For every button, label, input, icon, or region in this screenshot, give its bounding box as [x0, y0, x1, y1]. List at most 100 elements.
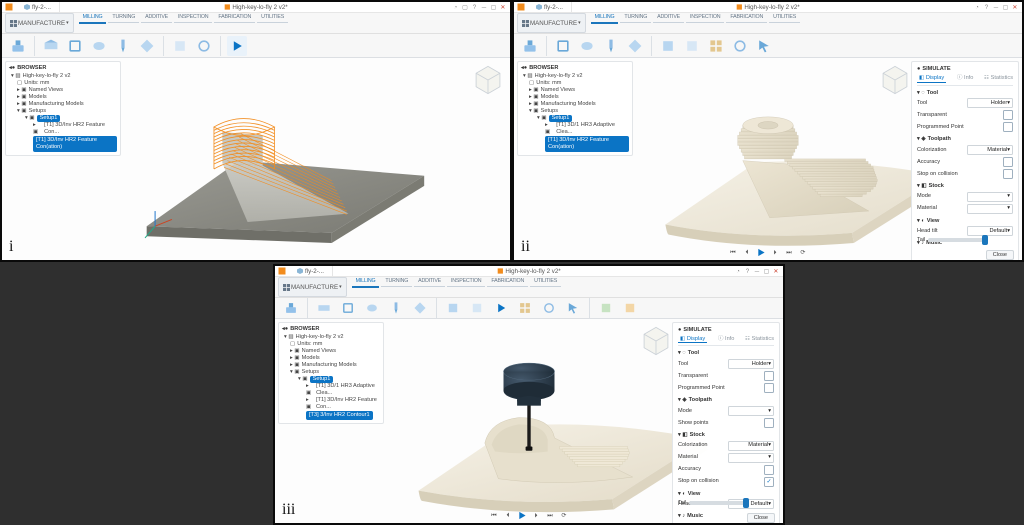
modify-icon[interactable]	[658, 36, 678, 56]
step-back-icon[interactable]: ⏴	[743, 248, 752, 257]
tab-milling[interactable]: MILLING	[591, 13, 619, 24]
sel-mode[interactable]: ▾	[728, 406, 774, 416]
2d-icon[interactable]	[338, 298, 358, 318]
tab-additive[interactable]: ADDITIVE	[141, 13, 172, 23]
file-tab[interactable]: fly-2-...	[289, 266, 333, 276]
manage-icon[interactable]	[706, 36, 726, 56]
tab-milling[interactable]: MILLING	[79, 13, 107, 24]
simulate-panel[interactable]: ●SIMULATE ◧ Display ⓘ Info ☷ Statistics …	[911, 61, 1019, 260]
tab-fabrication[interactable]: FABRICATION	[214, 13, 255, 23]
sel-stockmat[interactable]: ▾	[728, 453, 774, 463]
maximize-icon[interactable]: ▢	[490, 4, 498, 12]
help-icon[interactable]: ?	[471, 4, 479, 12]
actions-icon[interactable]	[170, 36, 190, 56]
help-icon[interactable]: ?	[983, 4, 991, 12]
browser-row-op1[interactable]: ▸ ▣[T1] 3D/1 HR3 Adaptive Clea...	[521, 122, 629, 136]
multiaxis-icon[interactable]	[410, 298, 430, 318]
minimize-icon[interactable]: ─	[753, 268, 761, 276]
tab-additive[interactable]: ADDITIVE	[414, 277, 445, 287]
step-fwd-icon[interactable]: ⏵	[532, 511, 541, 520]
section-tool[interactable]: Tool	[927, 90, 938, 97]
go-start-icon[interactable]: ⏮	[490, 511, 499, 520]
close-button[interactable]: Close	[986, 250, 1014, 260]
section-toolpath[interactable]: Toolpath	[928, 136, 951, 143]
viewport[interactable]: ◂●BROWSER ▾ ▨High-key-lo-fly 2 v2 ▢Units…	[2, 58, 510, 260]
tab-info[interactable]: ⓘ Info	[957, 75, 974, 82]
drilling-icon[interactable]	[601, 36, 621, 56]
browser-panel[interactable]: ◂●BROWSER ▾ ▨High-key-lo-fly 2 v2 ▢Units…	[5, 61, 121, 156]
actions-icon[interactable]	[682, 36, 702, 56]
close-icon[interactable]: ✕	[1011, 4, 1019, 12]
browser-row-selected[interactable]: [T1] 3D/Inv HR2 Feature Con(ation)	[9, 136, 117, 152]
sel-tool[interactable]: Holder ▾	[967, 98, 1013, 108]
browser-row-op2[interactable]: ▸ ▣[T1] 3D/Inv HR2 Feature Con...	[282, 397, 380, 411]
inspect-icon[interactable]	[730, 36, 750, 56]
file-tab[interactable]: fly-2-...	[528, 2, 572, 12]
drilling-icon[interactable]	[386, 298, 406, 318]
tab-additive[interactable]: ADDITIVE	[653, 13, 684, 23]
browser-row-selected[interactable]: [T3] 3/Inv HR2 Contour1	[282, 411, 380, 420]
close-button[interactable]: Close	[747, 513, 775, 523]
select-icon[interactable]	[754, 36, 774, 56]
2d-icon[interactable]	[65, 36, 85, 56]
face-icon[interactable]	[314, 298, 334, 318]
chk-showpts[interactable]	[764, 418, 774, 428]
browser-row-setup1[interactable]: ▾ ▣Setup1	[282, 376, 380, 383]
maximize-icon[interactable]: ▢	[1002, 4, 1010, 12]
tab-fabrication[interactable]: FABRICATION	[726, 13, 767, 23]
browser-panel[interactable]: ◂●BROWSER ▾ ▨High-key-lo-fly 2 v2 ▢Units…	[517, 61, 633, 156]
browser-row-models[interactable]: ▸ ▣Models	[9, 94, 117, 101]
browser-row-mfgmodels[interactable]: ▸ ▣Manufacturing Models	[521, 101, 629, 108]
browser-row-setups[interactable]: ▾ ▣Setups	[282, 369, 380, 376]
drilling-icon[interactable]	[113, 36, 133, 56]
sel-stockmat[interactable]: ▾	[967, 204, 1013, 214]
tab-inspection[interactable]: INSPECTION	[447, 277, 485, 287]
browser-header[interactable]: ◂●BROWSER	[521, 65, 629, 72]
chk-transparent[interactable]	[764, 371, 774, 381]
tab-inspection[interactable]: INSPECTION	[686, 13, 724, 23]
browser-row-setups[interactable]: ▾ ▣Setups	[9, 108, 117, 115]
loop-icon[interactable]: ⟳	[799, 248, 808, 257]
setup-icon[interactable]	[8, 36, 28, 56]
browser-row-units[interactable]: ▢Units: mm	[282, 341, 380, 348]
browser-row-models[interactable]: ▸ ▣Models	[521, 94, 629, 101]
browser-row-namedviews[interactable]: ▸ ▣Named Views	[9, 87, 117, 94]
sel-stockmode[interactable]: ▾	[967, 192, 1013, 202]
tail-slider[interactable]	[689, 501, 749, 505]
browser-row-root[interactable]: ▾ ▨High-key-lo-fly 2 v2	[521, 73, 629, 80]
inspect-icon[interactable]	[539, 298, 559, 318]
sel-tool[interactable]: Holder ▾	[728, 359, 774, 369]
browser-row-mfgmodels[interactable]: ▸ ▣Manufacturing Models	[9, 101, 117, 108]
step-fwd-icon[interactable]: ⏵	[771, 248, 780, 257]
browser-row-namedviews[interactable]: ▸ ▣Named Views	[282, 348, 380, 355]
3d-icon[interactable]	[89, 36, 109, 56]
tab-utilities[interactable]: UTILITIES	[257, 13, 288, 23]
3d-icon[interactable]	[577, 36, 597, 56]
viewport[interactable]: ◂●BROWSER ▾ ▨High-key-lo-fly 2 v2 ▢Units…	[514, 58, 1022, 260]
browser-row-units[interactable]: ▢Units: mm	[9, 80, 117, 87]
browser-panel[interactable]: ◂●BROWSER ▾ ▨High-key-lo-fly 2 v2 ▢Units…	[278, 322, 384, 424]
tab-stats[interactable]: ☷ Statistics	[745, 336, 774, 343]
section-stock[interactable]: Stock	[929, 183, 944, 190]
browser-row-root[interactable]: ▾ ▨High-key-lo-fly 2 v2	[282, 334, 380, 341]
actions-icon[interactable]	[467, 298, 487, 318]
multiaxis-icon[interactable]	[625, 36, 645, 56]
inspect-icon[interactable]	[194, 36, 214, 56]
play-icon[interactable]	[518, 511, 527, 520]
loop-icon[interactable]: ⟳	[560, 511, 569, 520]
section-toolpath[interactable]: Toolpath	[689, 397, 712, 404]
browser-row-op1[interactable]: ▸ ▣[T1] 3D/Inv HR2 Feature Con...	[9, 122, 117, 136]
workspace-switcher[interactable]: MANUFACTURE ▾	[278, 277, 347, 297]
minimize-icon[interactable]: ─	[480, 4, 488, 12]
workspace-switcher[interactable]: MANUFACTURE ▾	[517, 13, 586, 33]
browser-row-selected[interactable]: [T1] 3D/Inv HR2 Feature Con(ation)	[521, 136, 629, 152]
simulate-icon[interactable]	[491, 298, 511, 318]
setup-icon[interactable]	[520, 36, 540, 56]
simulate-panel[interactable]: ●SIMULATE ◧ Display ⓘ Info ☷ Statistics …	[672, 322, 780, 523]
output-icon[interactable]	[620, 298, 640, 318]
user-icon[interactable]: ◔	[452, 4, 460, 12]
sel-colorization[interactable]: Material ▾	[967, 145, 1013, 155]
sel-stockcolor[interactable]: Material ▾	[728, 441, 774, 451]
minimize-icon[interactable]: ─	[992, 4, 1000, 12]
tab-fabrication[interactable]: FABRICATION	[487, 277, 528, 287]
